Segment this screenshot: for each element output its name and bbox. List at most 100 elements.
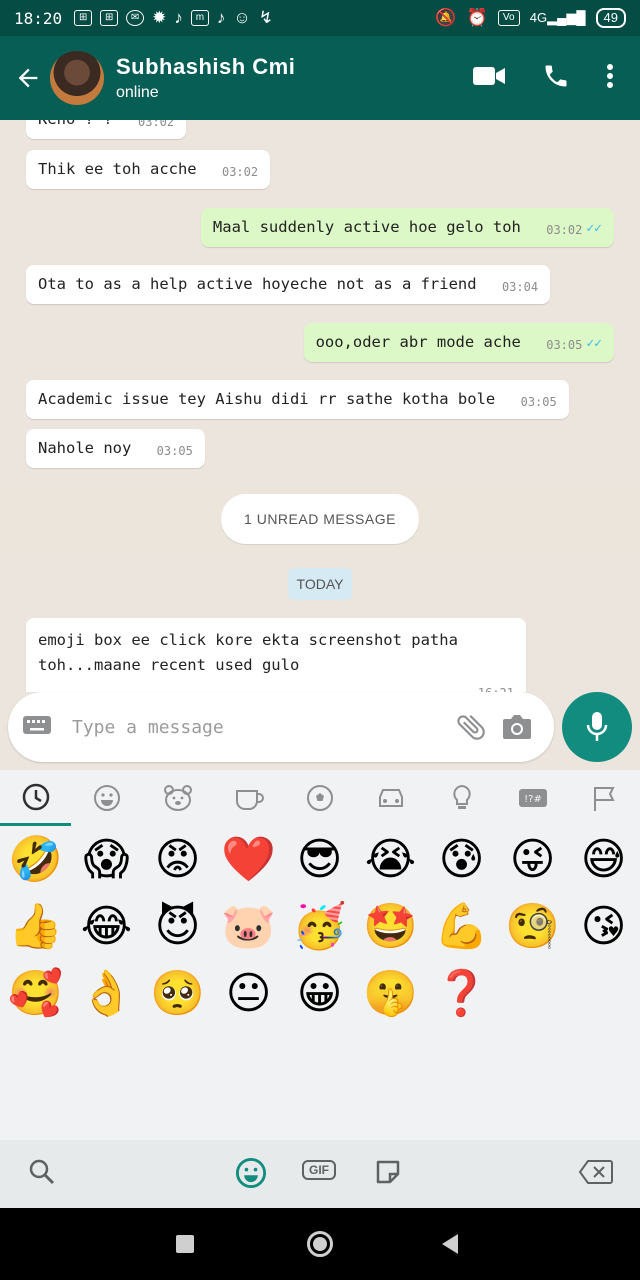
message-bubble[interactable]: ooo,oder abr mode ache 03:05 ✓✓ <box>303 323 614 362</box>
signal-icon: 4G▂▄▆█ <box>529 10 586 25</box>
emoji-angry[interactable]: 😡 <box>142 826 213 893</box>
gif-tab-button[interactable]: GIF <box>302 1160 336 1180</box>
emoji-thumbs-up[interactable]: 👍 <box>0 893 71 960</box>
emoji-grinning[interactable]: 😀 <box>284 960 355 1027</box>
avatar[interactable] <box>50 51 104 105</box>
message-text: Academic issue tey Aishu didi rr sathe k… <box>38 390 496 408</box>
smileys-tab[interactable] <box>71 770 142 826</box>
message-time: 03:02 <box>546 223 583 237</box>
emoji-category-bar: !?# <box>0 770 640 826</box>
emoji-row: 👍 😂 😈 🐷 🥳 🤩 💪 🧐 😘 <box>0 893 640 960</box>
message-input[interactable] <box>72 716 448 738</box>
message-time: 03:02 <box>221 165 259 179</box>
message-bubble[interactable]: Academic issue tey Aishu didi rr sathe k… <box>26 380 569 419</box>
arrow-left-icon <box>18 68 38 88</box>
message-bubble[interactable]: Thik ee toh acche 03:02 <box>26 150 271 189</box>
emoji-sob[interactable]: 😭 <box>355 826 426 893</box>
recent-emoji-tab[interactable] <box>0 770 71 826</box>
emoji-party[interactable]: 🥳 <box>284 893 355 960</box>
svg-text:!?#: !?# <box>524 794 542 805</box>
tiktok-icon: ♪ <box>174 8 183 27</box>
emoji-pleading[interactable]: 🥺 <box>142 960 213 1027</box>
home-button[interactable] <box>307 1231 333 1257</box>
emoji-sunglasses[interactable]: 😎 <box>284 826 355 893</box>
sun-icon: ✹ <box>152 8 167 27</box>
chat-header: Subhashish Cmi online <box>0 36 640 120</box>
emoji-grin-sweat[interactable]: 😅 <box>568 826 639 893</box>
notification-icons: ⊞ ⊞ ✉ ✹ ♪ m ♪ ☺ ↯ <box>74 8 273 28</box>
home-dot <box>313 1237 327 1251</box>
recents-button[interactable] <box>176 1235 194 1253</box>
menu-button[interactable] <box>606 63 614 94</box>
message-bubble[interactable]: emoji box ee click kore ekta screenshot … <box>26 618 526 692</box>
animals-tab[interactable] <box>142 770 213 826</box>
contact-info[interactable]: Subhashish Cmi online <box>116 54 295 102</box>
message-bubble[interactable]: Nahole noy 03:05 <box>26 429 205 468</box>
emoji-devil[interactable]: 😈 <box>142 893 213 960</box>
emoji-tears-of-joy[interactable]: 😂 <box>71 893 142 960</box>
message-bubble[interactable]: Ota to as a help active hoyeche not as a… <box>26 265 551 304</box>
emoji-monocle[interactable]: 🧐 <box>497 893 568 960</box>
contact-name: Subhashish Cmi <box>116 54 296 79</box>
emoji-wink-tongue[interactable]: 😜 <box>497 826 568 893</box>
status-bar: 18:20 ⊞ ⊞ ✉ ✹ ♪ m ♪ ☺ ↯ 🔕 ⏰ Vo 4G▂▄▆█ 49 <box>0 0 640 36</box>
travel-tab[interactable] <box>355 770 426 826</box>
camera-button[interactable] <box>494 713 540 741</box>
emoji-neutral[interactable]: 😐 <box>213 960 284 1027</box>
mute-icon: 🔕 <box>435 8 457 27</box>
food-tab[interactable] <box>213 770 284 826</box>
backspace-icon <box>578 1160 613 1184</box>
emoji-star-struck[interactable]: 🤩 <box>355 893 426 960</box>
emoji-pig[interactable]: 🐷 <box>213 893 284 960</box>
mi-icon: m <box>190 10 209 26</box>
symbols-icon: !?# <box>518 789 547 807</box>
contact-status: online <box>116 84 159 101</box>
triangle-back-icon <box>442 1234 458 1254</box>
voice-call-button[interactable] <box>542 62 570 95</box>
emoji-ok-hand[interactable]: 👌 <box>71 960 142 1027</box>
back-nav-button[interactable] <box>440 1233 460 1260</box>
message-time: 03:04 <box>501 280 539 294</box>
emoji-rofl[interactable]: 🤣 <box>0 826 71 893</box>
paperclip-icon <box>457 714 485 740</box>
voice-message-button[interactable] <box>562 692 632 762</box>
backspace-button[interactable] <box>578 1158 614 1186</box>
message-time: 16:21 <box>478 681 514 692</box>
message-text: Thik ee toh acche <box>38 160 197 178</box>
message-text: Maal suddenly active hoe gelo toh <box>212 218 521 236</box>
system-nav-bar <box>0 1208 640 1280</box>
trend-icon: ↯ <box>258 8 274 27</box>
emoji-scream[interactable]: 😱 <box>71 826 142 893</box>
symbols-tab[interactable]: !?# <box>497 770 568 826</box>
message-composer <box>8 692 554 762</box>
objects-tab[interactable] <box>426 770 497 826</box>
message-text: Keno ? ? <box>38 120 113 128</box>
message-bubble[interactable]: Keno ? ? 03:02 <box>26 120 187 139</box>
emoji-anxious-sweat[interactable]: 😰 <box>426 826 497 893</box>
message-bubble[interactable]: Maal suddenly active hoe gelo toh 03:02 ✓… <box>200 208 614 247</box>
emoji-heart[interactable]: ❤️ <box>213 826 284 893</box>
camera-icon <box>503 715 531 739</box>
emoji-tab-button[interactable] <box>234 1156 268 1190</box>
back-button[interactable] <box>6 56 50 100</box>
message-text: Ota to as a help active hoyeche not as a… <box>38 275 477 293</box>
message-time: 03:05 <box>520 395 557 409</box>
attach-button[interactable] <box>448 710 494 744</box>
microphone-icon <box>586 712 608 741</box>
flags-tab[interactable] <box>568 770 639 826</box>
keyboard-toggle-button[interactable] <box>22 714 56 741</box>
battery-level: 49 <box>603 10 618 25</box>
emoji-search-button[interactable] <box>26 1156 58 1188</box>
emoji-shush[interactable]: 🤫 <box>355 960 426 1027</box>
car-icon <box>378 789 403 807</box>
emoji-muscle[interactable]: 💪 <box>426 893 497 960</box>
activity-tab[interactable] <box>284 770 355 826</box>
battery-icon: 49 <box>595 8 626 28</box>
video-call-button[interactable] <box>472 64 506 93</box>
chat-area[interactable]: Keno ? ? 03:02 Thik ee toh acche 03:02 M… <box>0 120 640 692</box>
sticker-tab-button[interactable] <box>372 1156 404 1188</box>
emoji-kiss[interactable]: 😘 <box>568 893 639 960</box>
emoji-question[interactable]: ❓ <box>426 960 497 1027</box>
video-camera-icon <box>473 66 505 85</box>
emoji-smiling-hearts[interactable]: 🥰 <box>0 960 71 1027</box>
